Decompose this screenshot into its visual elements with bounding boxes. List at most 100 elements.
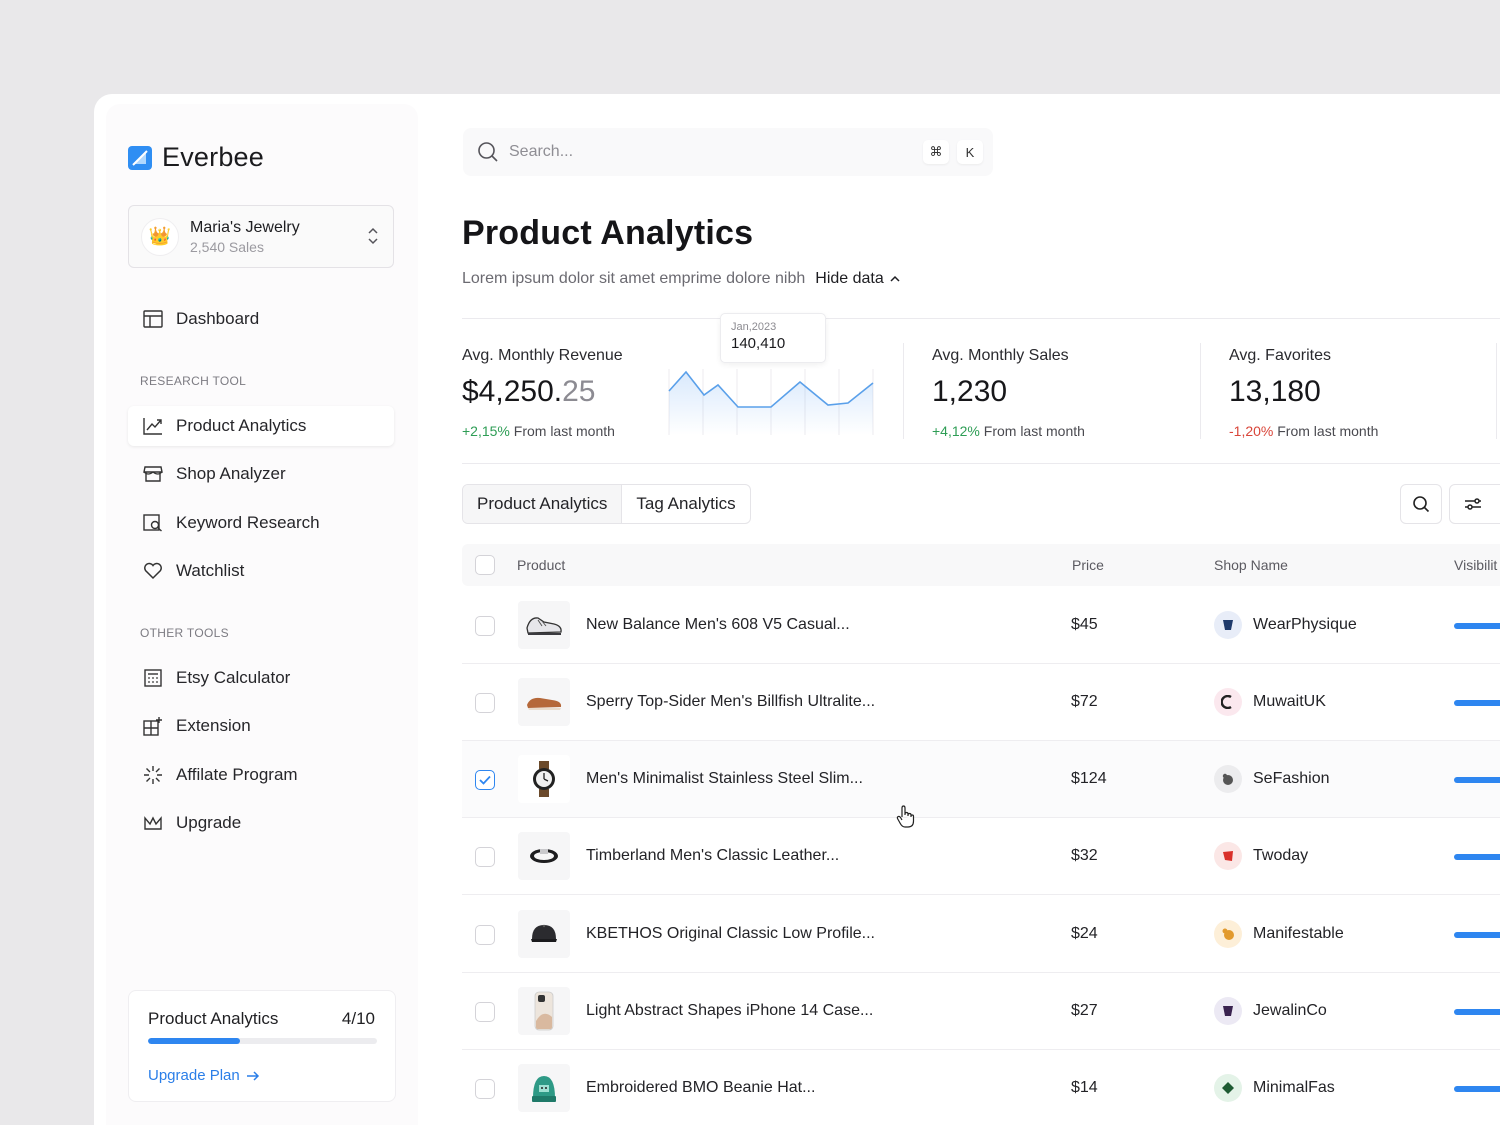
table-row[interactable]: KBETHOS Original Classic Low Profile... …: [462, 896, 1500, 973]
row-checkbox[interactable]: [475, 770, 495, 790]
hide-data-toggle[interactable]: Hide data: [815, 270, 900, 288]
shop-name[interactable]: WearPhysique: [1253, 616, 1357, 634]
shop-logo: [1214, 920, 1242, 948]
tab-product-analytics[interactable]: Product Analytics: [463, 485, 623, 523]
row-checkbox[interactable]: [475, 1079, 495, 1099]
filter-icon: [1465, 498, 1481, 510]
section-label-research: RESEARCH TOOL: [140, 374, 247, 388]
filter-button[interactable]: [1449, 484, 1500, 524]
boat-shoe-icon: [527, 697, 562, 710]
shop-name[interactable]: MuwaitUK: [1253, 693, 1326, 711]
shop-avatar: 👑: [141, 217, 179, 256]
table-row[interactable]: Men's Minimalist Stainless Steel Slim...…: [462, 741, 1500, 818]
beanie-icon: [532, 1076, 556, 1102]
sidebar-item-product-analytics[interactable]: Product Analytics: [128, 406, 394, 446]
sidebar-item-dashboard[interactable]: Dashboard: [128, 299, 394, 339]
row-checkbox[interactable]: [475, 616, 495, 636]
product-name[interactable]: Light Abstract Shapes iPhone 14 Case...: [586, 1002, 873, 1020]
column-header-shop[interactable]: Shop Name: [1214, 557, 1288, 573]
sidebar-item-label: Keyword Research: [176, 513, 320, 532]
shop-name[interactable]: Manifestable: [1253, 925, 1344, 943]
sidebar-item-keyword-research[interactable]: Keyword Research: [128, 503, 394, 543]
search-input[interactable]: Search...: [509, 143, 573, 161]
page-subtitle: Lorem ipsum dolor sit amet emprime dolor…: [462, 270, 900, 288]
tab-tag-analytics[interactable]: Tag Analytics: [622, 485, 749, 523]
product-price: $72: [1071, 693, 1098, 710]
product-thumbnail: [518, 601, 570, 649]
page-subtitle-text: Lorem ipsum dolor sit amet emprime dolor…: [462, 270, 806, 287]
shop-name[interactable]: SeFashion: [1253, 770, 1330, 788]
stat-value-main: $4,250.: [462, 375, 563, 408]
column-header-visibility[interactable]: Visibilit: [1454, 557, 1497, 573]
shop-logo: [1214, 1074, 1242, 1102]
shop-switcher[interactable]: 👑 Maria's Jewelry 2,540 Sales: [128, 205, 394, 268]
product-price: $14: [1071, 1079, 1098, 1096]
select-all-checkbox[interactable]: [475, 555, 495, 575]
shop-logo: [1214, 688, 1242, 716]
stat-label: Avg. Monthly Revenue: [462, 347, 623, 364]
shop-name[interactable]: Twoday: [1253, 847, 1308, 865]
keyword-search-icon: [142, 512, 164, 534]
table-search-button[interactable]: [1400, 484, 1442, 524]
sidebar-item-watchlist[interactable]: Watchlist: [128, 551, 394, 591]
chevron-up-down-icon: [367, 226, 379, 251]
product-name[interactable]: Sperry Top-Sider Men's Billfish Ultralit…: [586, 693, 875, 711]
check-icon: [479, 775, 491, 785]
sidebar-item-label: Extension: [176, 716, 251, 735]
usage-progress-fill: [148, 1038, 240, 1044]
shop-name[interactable]: JewalinCo: [1253, 1002, 1327, 1020]
brand[interactable]: Everbee: [128, 142, 264, 173]
sidebar-item-extension[interactable]: Extension: [128, 706, 394, 746]
stat-delta: -1,20% From last month: [1229, 423, 1378, 439]
table-header: Product Price Shop Name Visibilit: [462, 544, 1500, 586]
stat-divider: [903, 343, 904, 439]
row-checkbox[interactable]: [475, 693, 495, 713]
product-name[interactable]: New Balance Men's 608 V5 Casual...: [586, 616, 850, 634]
product-name[interactable]: Men's Minimalist Stainless Steel Slim...: [586, 770, 863, 788]
product-price: $124: [1071, 770, 1107, 787]
shop-logo: [1214, 997, 1242, 1025]
sidebar-item-etsy-calculator[interactable]: Etsy Calculator: [128, 658, 394, 698]
row-checkbox[interactable]: [475, 847, 495, 867]
view-tabs: Product Analytics Tag Analytics: [462, 484, 751, 524]
product-thumbnail: [518, 832, 570, 880]
visibility-bar: [1454, 1009, 1500, 1015]
shop-name[interactable]: MinimalFas: [1253, 1079, 1335, 1097]
product-thumbnail: [518, 1064, 570, 1112]
sidebar-item-shop-analyzer[interactable]: Shop Analyzer: [128, 454, 394, 494]
product-name[interactable]: Timberland Men's Classic Leather...: [586, 847, 839, 865]
search-icon: [1413, 496, 1430, 513]
stat-divider: [1496, 343, 1497, 439]
sidebar-item-affiliate-program[interactable]: Affilate Program: [128, 755, 394, 795]
sidebar-item-upgrade[interactable]: Upgrade: [128, 803, 394, 843]
column-header-price[interactable]: Price: [1072, 557, 1104, 573]
usage-count: 4/10: [341, 1009, 375, 1028]
product-name[interactable]: Embroidered BMO Beanie Hat...: [586, 1079, 815, 1097]
sidebar-item-label: Watchlist: [176, 561, 245, 580]
table-row[interactable]: Light Abstract Shapes iPhone 14 Case... …: [462, 973, 1500, 1050]
crown-icon: [142, 812, 164, 834]
row-checkbox[interactable]: [475, 1002, 495, 1022]
stat-value: $4,250.25: [462, 375, 595, 409]
table-row[interactable]: Timberland Men's Classic Leather... $32 …: [462, 818, 1500, 895]
stat-divider: [1200, 343, 1201, 439]
table-row[interactable]: Embroidered BMO Beanie Hat... $14 Minima…: [462, 1050, 1500, 1125]
table-row[interactable]: Sperry Top-Sider Men's Billfish Ultralit…: [462, 664, 1500, 741]
sparkle-icon: [142, 764, 164, 786]
search-bar[interactable]: Search... ⌘ K: [463, 128, 993, 176]
stat-delta: +2,15% From last month: [462, 423, 615, 439]
tooltip-value: 140,410: [731, 335, 786, 352]
row-checkbox[interactable]: [475, 925, 495, 945]
column-header-product[interactable]: Product: [517, 557, 565, 573]
hand-cursor-icon: [896, 805, 915, 828]
sidebar-item-label: Affilate Program: [176, 765, 298, 784]
upgrade-plan-link[interactable]: Upgrade Plan: [148, 1067, 260, 1084]
stat-delta-text: From last month: [1277, 423, 1379, 439]
heart-icon: [142, 560, 164, 582]
table-row[interactable]: New Balance Men's 608 V5 Casual... $45 W…: [462, 587, 1500, 664]
shortcut-cmd-key: ⌘: [923, 140, 949, 164]
extension-icon: [142, 715, 164, 737]
revenue-sparkline: [668, 369, 874, 435]
stat-label: Avg. Favorites: [1229, 347, 1331, 364]
product-name[interactable]: KBETHOS Original Classic Low Profile...: [586, 925, 875, 943]
